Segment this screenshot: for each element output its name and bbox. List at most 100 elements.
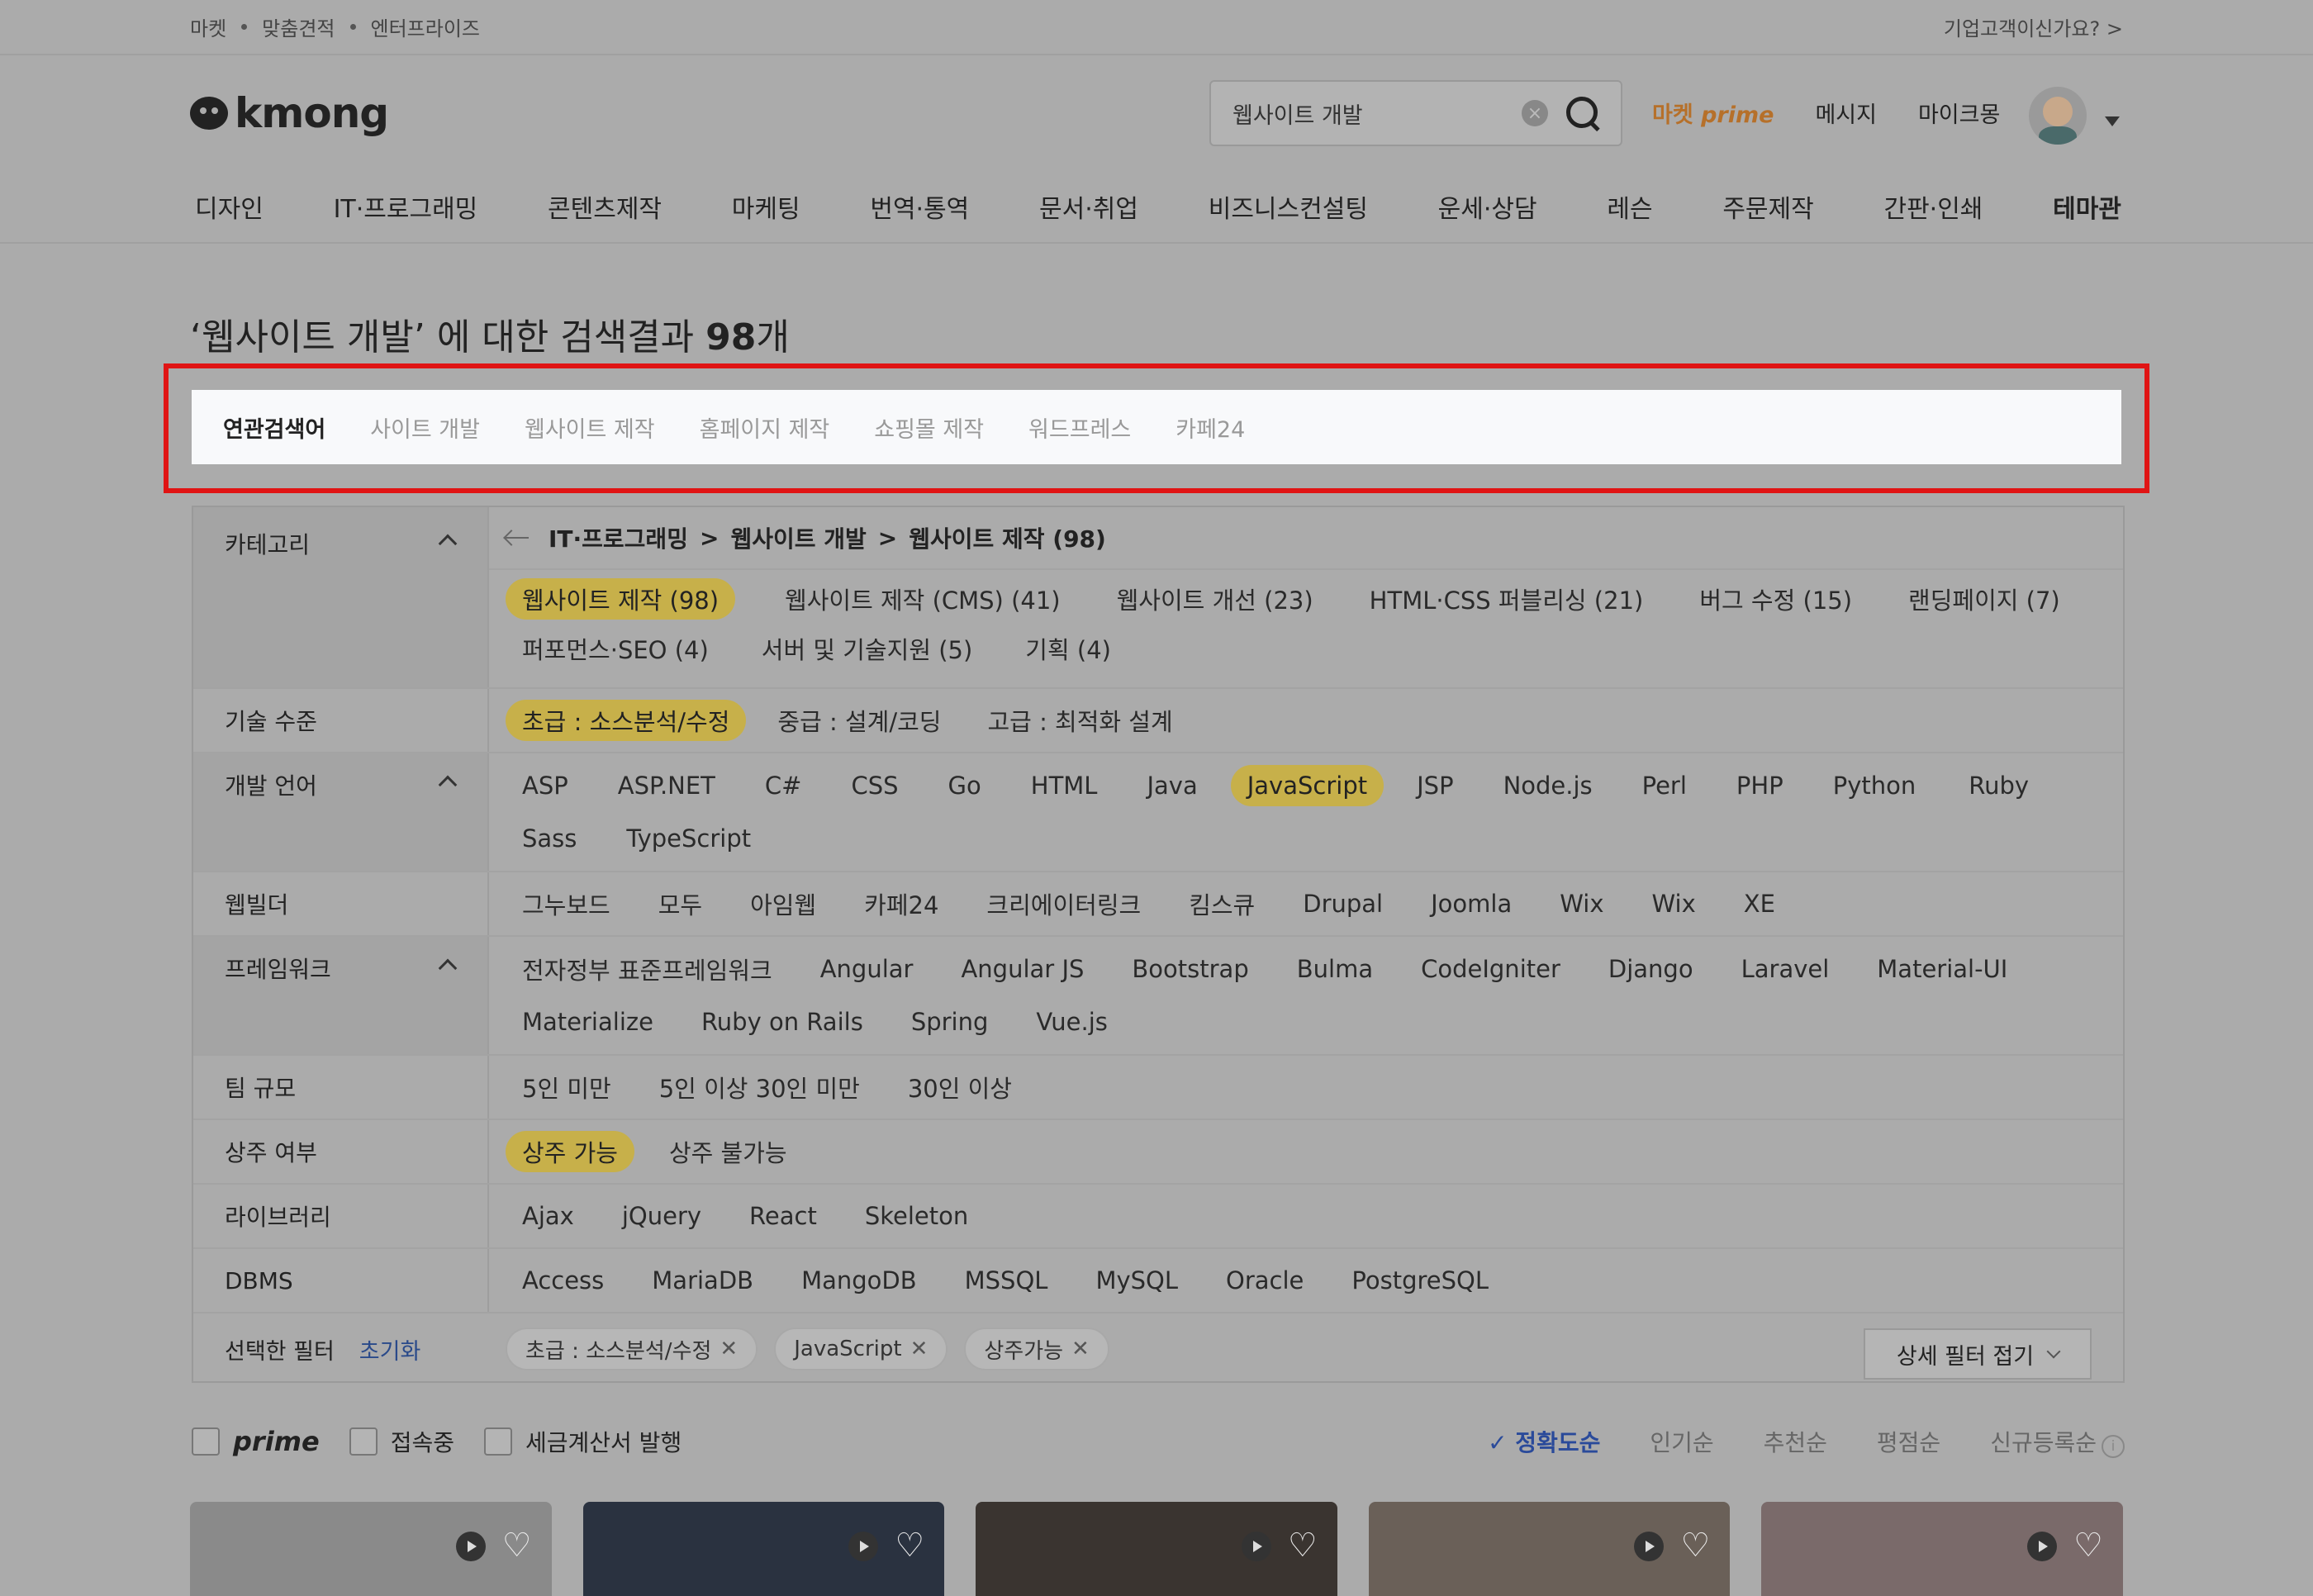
filter-chip[interactable]: MangoDB: [785, 1260, 933, 1301]
filter-chip[interactable]: TypeScript: [610, 818, 767, 859]
tax-option[interactable]: 세금계산서 발행: [483, 1425, 682, 1458]
nav-item[interactable]: 비즈니스컨설팅: [1209, 188, 1368, 225]
nav-item[interactable]: 레슨: [1607, 188, 1652, 225]
filter-chip[interactable]: CSS: [834, 765, 914, 806]
filter-chip[interactable]: 상주 불가능: [653, 1131, 804, 1172]
filter-chip[interactable]: PostgreSQL: [1335, 1260, 1505, 1301]
nav-item[interactable]: 마케팅: [732, 188, 800, 225]
heart-icon[interactable]: ♡: [1288, 1527, 1318, 1565]
search-icon[interactable]: [1566, 97, 1599, 130]
heart-icon[interactable]: ♡: [895, 1527, 924, 1565]
nav-item[interactable]: IT·프로그래밍: [334, 188, 478, 225]
gig-card[interactable]: ♡: [976, 1502, 1337, 1596]
filter-chip[interactable]: Python: [1817, 765, 1933, 806]
gig-card[interactable]: ♡: [1368, 1502, 1731, 1596]
play-icon[interactable]: [1241, 1532, 1271, 1561]
filter-chip[interactable]: 웹사이트 제작 (CMS) (41): [768, 578, 1077, 620]
filter-chip[interactable]: Ruby: [1952, 765, 2045, 806]
online-checkbox[interactable]: [349, 1427, 378, 1456]
selected-tag[interactable]: 초급 : 소스분석/수정 ✕: [506, 1328, 758, 1370]
clear-icon[interactable]: ×: [1522, 100, 1548, 126]
close-icon[interactable]: ✕: [720, 1337, 738, 1361]
filter-chip[interactable]: 웹사이트 개선 (23): [1100, 578, 1330, 620]
filter-chip[interactable]: 5인 미만: [506, 1066, 628, 1108]
filter-chip[interactable]: Java: [1130, 765, 1213, 806]
play-icon[interactable]: [848, 1532, 879, 1561]
avatar[interactable]: [2029, 87, 2087, 145]
online-option[interactable]: 접속중: [349, 1425, 454, 1458]
filter-chip[interactable]: 아임웹: [734, 883, 833, 924]
filter-label[interactable]: 개발 언어: [193, 753, 489, 871]
filter-chip[interactable]: Bootstrap: [1115, 948, 1265, 990]
gig-card[interactable]: ♡: [190, 1502, 552, 1596]
close-icon[interactable]: ✕: [1071, 1337, 1090, 1361]
sort-recommended[interactable]: 추천순: [1764, 1425, 1827, 1458]
filter-chip[interactable]: Django: [1592, 948, 1710, 990]
heart-icon[interactable]: ♡: [2073, 1527, 2103, 1565]
filter-chip[interactable]: Skeleton: [848, 1195, 985, 1237]
sort-popular[interactable]: 인기순: [1650, 1425, 1713, 1458]
filter-chip[interactable]: 기획 (4): [1009, 628, 1128, 669]
enterprise-customer-link[interactable]: 기업고객이신가요? >: [1944, 12, 2123, 41]
filter-chip[interactable]: MariaDB: [635, 1260, 770, 1301]
search-input[interactable]: 웹사이트 개발: [1232, 97, 1522, 130]
filter-chip[interactable]: 카페24: [848, 883, 955, 924]
filter-chip[interactable]: 상주 가능: [506, 1131, 634, 1172]
top-link-quote[interactable]: 맞춤견적: [262, 12, 335, 41]
filter-chip[interactable]: 킴스큐: [1172, 883, 1271, 924]
filter-chip[interactable]: 초급 : 소스분석/수정: [506, 700, 747, 741]
filter-chip[interactable]: Access: [506, 1260, 620, 1301]
filter-label[interactable]: 프레임워크: [193, 937, 489, 1054]
filter-chip[interactable]: Wix: [1543, 883, 1620, 924]
filter-chip[interactable]: Vue.js: [1019, 1001, 1123, 1043]
filter-chip[interactable]: 고급 : 최적화 설계: [971, 700, 1189, 741]
mykmong-link[interactable]: 마이크몽: [1918, 97, 2000, 129]
reset-button[interactable]: 초기화: [359, 1333, 421, 1366]
filter-chip[interactable]: Perl: [1626, 765, 1703, 806]
filter-chip[interactable]: 중급 : 설계/코딩: [761, 700, 957, 741]
search-box[interactable]: 웹사이트 개발 ×: [1209, 80, 1622, 146]
nav-item[interactable]: 콘텐츠제작: [548, 188, 662, 225]
filter-chip[interactable]: Material-UI: [1860, 948, 2024, 990]
play-icon[interactable]: [2026, 1532, 2057, 1561]
fold-filters-button[interactable]: 상세 필터 접기: [1864, 1328, 2092, 1380]
filter-chip[interactable]: Drupal: [1286, 883, 1399, 924]
filter-chip[interactable]: 그누보드: [506, 883, 627, 924]
filter-chip[interactable]: Bulma: [1280, 948, 1389, 990]
filter-chip[interactable]: C#: [748, 765, 819, 806]
filter-chip[interactable]: JSP: [1400, 765, 1470, 806]
nav-item-theme[interactable]: 테마관: [2053, 188, 2121, 225]
top-link-market[interactable]: 마켓: [190, 12, 226, 41]
filter-chip[interactable]: Angular JS: [944, 948, 1100, 990]
filter-chip[interactable]: 30인 이상: [891, 1066, 1028, 1108]
filter-chip[interactable]: MySQL: [1079, 1260, 1194, 1301]
filter-chip[interactable]: 랜딩페이지 (7): [1892, 578, 2077, 620]
filter-chip[interactable]: React: [733, 1195, 834, 1237]
filter-chip[interactable]: 웹사이트 제작 (98): [506, 578, 736, 620]
heart-icon[interactable]: ♡: [1681, 1527, 1711, 1565]
chevron-up-icon[interactable]: [438, 534, 458, 553]
filter-chip[interactable]: HTML·CSS 퍼블리싱 (21): [1353, 578, 1660, 620]
gig-card[interactable]: ♡: [1761, 1502, 2123, 1596]
filter-chip[interactable]: CodeIgniter: [1404, 948, 1577, 990]
tax-checkbox[interactable]: [483, 1427, 512, 1456]
filter-chip[interactable]: Ruby on Rails: [685, 1001, 880, 1043]
prime-checkbox[interactable]: [192, 1427, 220, 1456]
filter-chip[interactable]: ASP: [506, 765, 585, 806]
breadcrumb-item[interactable]: IT·프로그래밍: [549, 521, 688, 554]
filter-chip[interactable]: jQuery: [606, 1195, 718, 1237]
filter-label[interactable]: 카테고리: [193, 507, 489, 687]
gig-card[interactable]: ♡: [582, 1502, 945, 1596]
heart-icon[interactable]: ♡: [502, 1527, 532, 1565]
filter-chip[interactable]: Go: [932, 765, 998, 806]
kmong-logo[interactable]: kmong: [190, 89, 389, 137]
filter-chip[interactable]: Node.js: [1487, 765, 1609, 806]
filter-chip[interactable]: Joomla: [1414, 883, 1528, 924]
selected-tag[interactable]: 상주가능 ✕: [964, 1328, 1109, 1370]
arrow-left-icon[interactable]: [506, 537, 529, 539]
play-icon[interactable]: [455, 1532, 486, 1561]
filter-chip[interactable]: 크리에이터링크: [970, 883, 1157, 924]
filter-chip[interactable]: Angular: [804, 948, 930, 990]
filter-chip[interactable]: Oracle: [1209, 1260, 1320, 1301]
filter-chip[interactable]: HTML: [1014, 765, 1114, 806]
